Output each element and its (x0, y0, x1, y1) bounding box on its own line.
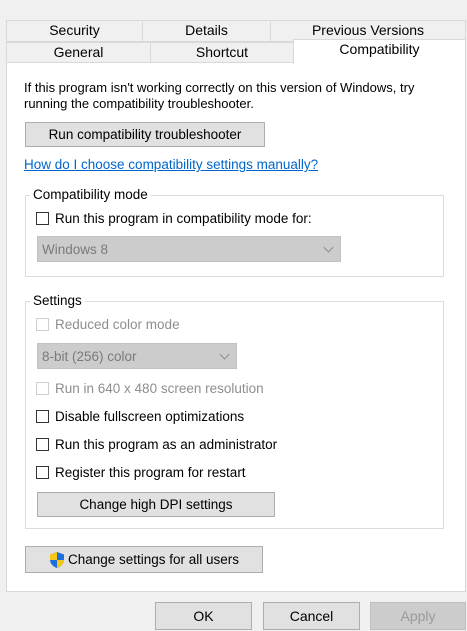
run-as-admin-checkbox[interactable] (36, 437, 49, 451)
color-depth-value: 8-bit (256) color (42, 348, 137, 364)
compatibility-mode-title: Compatibility mode (30, 187, 151, 203)
run-troubleshooter-button[interactable]: Run compatibility troubleshooter (25, 122, 265, 147)
color-depth-select: 8-bit (256) color (37, 343, 237, 369)
ok-button[interactable]: OK (155, 602, 252, 630)
apply-button: Apply (370, 602, 466, 630)
settings-title: Settings (30, 293, 85, 309)
compat-mode-checkbox-label: Run this program in compatibility mode f… (55, 210, 312, 226)
tab-compatibility[interactable]: Compatibility (293, 39, 466, 64)
run-as-admin-row[interactable]: Run this program as an administrator (36, 435, 277, 453)
disable-fullscreen-checkbox[interactable] (36, 409, 49, 423)
resolution-row: Run in 640 x 480 screen resolution (36, 379, 264, 397)
disable-fullscreen-row[interactable]: Disable fullscreen optimizations (36, 407, 244, 425)
disable-fullscreen-label: Disable fullscreen optimizations (55, 408, 245, 424)
compat-mode-checkbox[interactable] (36, 211, 49, 225)
change-all-users-label: Change settings for all users (67, 552, 240, 567)
intro-text: If this program isn't working correctly … (24, 80, 415, 111)
resolution-checkbox (36, 381, 49, 395)
compat-mode-checkbox-row[interactable]: Run this program in compatibility mode f… (36, 209, 312, 227)
reduced-color-row: Reduced color mode (36, 315, 180, 333)
uac-shield-icon (49, 551, 64, 568)
tab-shortcut[interactable]: Shortcut (150, 42, 294, 63)
chevron-down-icon (219, 349, 230, 360)
cancel-button[interactable]: Cancel (263, 602, 360, 630)
chevron-down-icon (323, 242, 334, 253)
resolution-label: Run in 640 x 480 screen resolution (55, 380, 264, 396)
register-restart-label: Register this program for restart (55, 464, 246, 480)
compat-os-value: Windows 8 (42, 241, 109, 257)
tab-general[interactable]: General (6, 42, 151, 63)
reduced-color-checkbox (36, 317, 49, 331)
change-all-users-button[interactable]: Change settings for all users (25, 546, 263, 573)
manual-settings-link[interactable]: How do I choose compatibility settings m… (24, 157, 318, 172)
change-dpi-button[interactable]: Change high DPI settings (37, 492, 275, 517)
reduced-color-label: Reduced color mode (55, 316, 180, 332)
compatibility-panel: If this program isn't working correctly … (6, 62, 466, 592)
tab-details[interactable]: Details (142, 20, 271, 42)
compat-os-select: Windows 8 (37, 236, 341, 262)
register-restart-row[interactable]: Register this program for restart (36, 463, 246, 481)
register-restart-checkbox[interactable] (36, 465, 49, 479)
run-as-admin-label: Run this program as an administrator (55, 436, 278, 452)
tab-security[interactable]: Security (6, 20, 143, 42)
